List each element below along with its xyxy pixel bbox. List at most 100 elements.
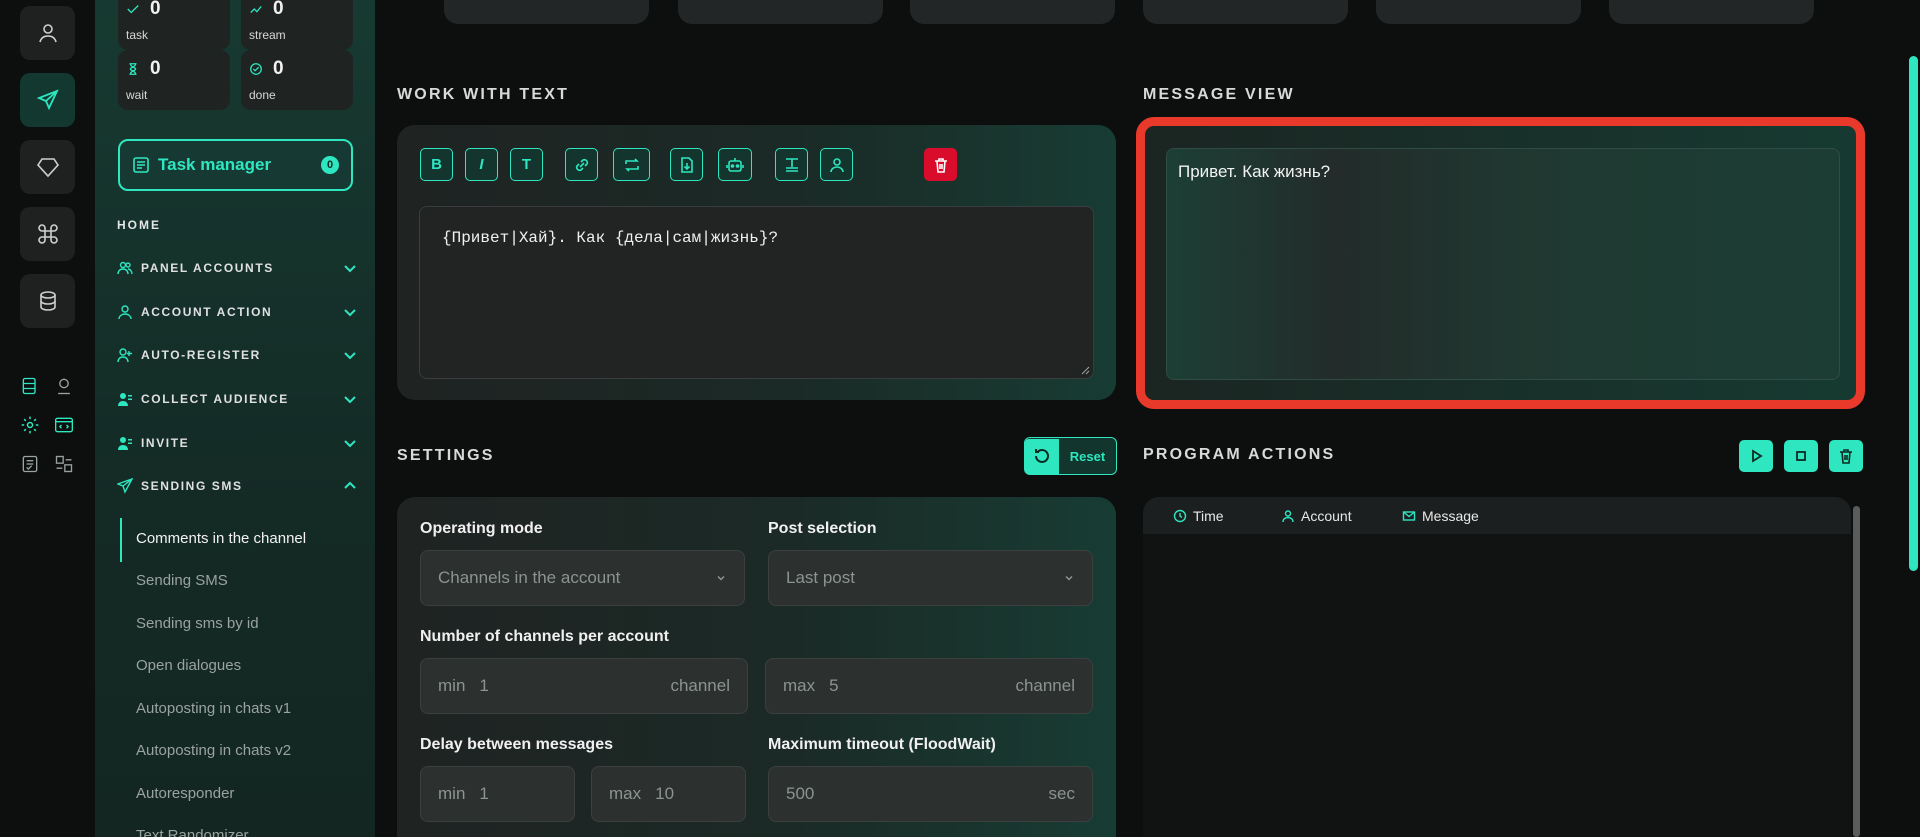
top-card[interactable] xyxy=(1376,0,1581,24)
nav-item-sending-sms[interactable]: SENDING SMS xyxy=(117,474,357,498)
chevron-up-icon xyxy=(344,481,356,489)
switch-mini-button[interactable] xyxy=(52,452,76,476)
top-card[interactable] xyxy=(444,0,649,24)
sub-item-open-dialogues[interactable]: Open dialogues xyxy=(136,657,241,674)
delay-min-input[interactable]: min 1 xyxy=(420,766,575,822)
clear-log-button[interactable] xyxy=(1829,440,1863,472)
channels-max-input[interactable]: max 5 channel xyxy=(765,658,1093,714)
reset-button[interactable]: Reset xyxy=(1024,437,1117,475)
timeout-input[interactable]: 500 sec xyxy=(768,766,1093,822)
sub-item-autoposting-v2[interactable]: Autoposting in chats v2 xyxy=(136,742,291,759)
link-button[interactable] xyxy=(565,148,598,181)
sidebar: 0 task 0 stream 0 wait 0 done Task manag… xyxy=(95,0,375,837)
start-button[interactable] xyxy=(1739,440,1773,472)
repeat-button[interactable] xyxy=(613,148,650,181)
nav-item-collect-audience[interactable]: COLLECT AUDIENCE xyxy=(117,387,357,411)
message-view-title: MESSAGE VIEW xyxy=(1143,86,1295,103)
file-download-button[interactable] xyxy=(670,148,703,181)
database-icon xyxy=(39,291,56,311)
user-list-icon xyxy=(118,393,132,406)
app-window: 0 task 0 stream 0 wait 0 done Task manag… xyxy=(0,0,1920,837)
nav-item-auto-register[interactable]: AUTO-REGISTER xyxy=(117,343,357,367)
page-scrollbar[interactable] xyxy=(1909,56,1918,571)
italic-button[interactable]: I xyxy=(465,148,498,181)
sub-item-autoposting-v1[interactable]: Autoposting in chats v1 xyxy=(136,700,291,717)
command-rail-button[interactable] xyxy=(20,207,75,261)
sub-item-sending-sms-by-id[interactable]: Sending sms by id xyxy=(136,615,259,632)
sub-item-sending-sms[interactable]: Sending SMS xyxy=(136,572,228,589)
nav-home[interactable]: HOME xyxy=(117,218,161,232)
nav-item-label: AUTO-REGISTER xyxy=(141,348,261,362)
trash-icon xyxy=(934,157,947,173)
settings-title: SETTINGS xyxy=(397,447,495,464)
task-manager-button[interactable]: Task manager 0 xyxy=(118,139,353,191)
text-format-button[interactable] xyxy=(775,148,808,181)
post-selection-select[interactable]: Last post xyxy=(768,550,1093,606)
nav-item-panel-accounts[interactable]: PANEL ACCOUNTS xyxy=(117,256,357,280)
resize-grip-icon[interactable] xyxy=(1080,365,1090,375)
sub-item-autoresponder[interactable]: Autoresponder xyxy=(136,785,234,802)
bold-icon: B xyxy=(431,156,442,173)
settings-mini-button[interactable] xyxy=(18,413,42,437)
check-icon xyxy=(250,63,262,75)
code-window-mini-button[interactable] xyxy=(52,413,76,437)
hourglass-icon xyxy=(129,63,137,75)
user-insert-button[interactable] xyxy=(820,148,853,181)
nav-item-label: COLLECT AUDIENCE xyxy=(141,392,289,406)
database-rail-button[interactable] xyxy=(20,274,75,328)
stop-button[interactable] xyxy=(1784,440,1818,472)
delay-max-input[interactable]: max 10 xyxy=(591,766,746,822)
robot-button[interactable] xyxy=(718,148,752,181)
min-prefix: min xyxy=(438,784,466,803)
channels-min-input[interactable]: min 1 channel xyxy=(420,658,748,714)
message-template-textarea[interactable]: {Привет|Хай}. Как {дела|сам|жизнь}? xyxy=(419,206,1094,379)
sub-item-text-randomizer[interactable]: Text Randomizer xyxy=(136,827,249,837)
checklist-mini-button[interactable] xyxy=(18,452,42,476)
top-card[interactable] xyxy=(910,0,1115,24)
repeat-icon xyxy=(624,157,639,172)
checklist-icon xyxy=(22,455,38,473)
channels-max-value: 5 xyxy=(829,676,839,695)
user-icon xyxy=(1282,510,1294,523)
user-plus-icon xyxy=(117,348,132,363)
channel-unit: channel xyxy=(670,676,730,695)
send-rail-button[interactable] xyxy=(20,73,75,127)
text-format-icon xyxy=(785,157,798,172)
top-card[interactable] xyxy=(1143,0,1348,24)
server-settings-mini-button[interactable] xyxy=(18,374,42,398)
delay-max-value: 10 xyxy=(655,784,675,803)
diamond-rail-button[interactable] xyxy=(20,140,75,194)
nav-item-account-action[interactable]: ACCOUNT ACTION xyxy=(117,300,357,324)
sub-item-comments-in-channel[interactable]: Comments in the channel xyxy=(136,530,306,547)
users-icon xyxy=(117,261,133,275)
user-icon xyxy=(829,157,844,172)
clear-text-button[interactable] xyxy=(924,148,957,181)
send-icon xyxy=(117,478,133,494)
nav-item-label: SENDING SMS xyxy=(141,479,243,493)
top-card[interactable] xyxy=(678,0,883,24)
stat-done: 0 done xyxy=(241,50,353,110)
chevron-down-icon xyxy=(344,396,356,404)
nav-item-invite[interactable]: INVITE xyxy=(117,431,357,455)
reset-icon xyxy=(1035,448,1049,463)
account-pin-mini-button[interactable] xyxy=(52,374,76,398)
column-label: Account xyxy=(1301,508,1352,524)
channels-per-account-label: Number of channels per account xyxy=(420,628,669,645)
column-account: Account xyxy=(1281,508,1352,524)
operating-mode-select[interactable]: Channels in the account xyxy=(420,550,745,606)
chevron-down-icon xyxy=(717,575,725,581)
log-scrollbar[interactable] xyxy=(1853,506,1860,837)
sec-unit: sec xyxy=(1048,784,1075,803)
gear-icon xyxy=(21,416,39,434)
top-card[interactable] xyxy=(1609,0,1814,24)
task-icon xyxy=(127,5,139,14)
text-icon: T xyxy=(521,156,532,173)
text-button[interactable]: T xyxy=(510,148,543,181)
min-prefix: min xyxy=(438,676,466,695)
switch-icon xyxy=(55,455,73,473)
work-with-text-title: WORK WITH TEXT xyxy=(397,86,570,103)
bold-button[interactable]: B xyxy=(420,148,453,181)
chevron-down-icon xyxy=(1065,575,1073,581)
profile-rail-button[interactable] xyxy=(20,6,75,60)
post-selection-label: Post selection xyxy=(768,520,877,537)
